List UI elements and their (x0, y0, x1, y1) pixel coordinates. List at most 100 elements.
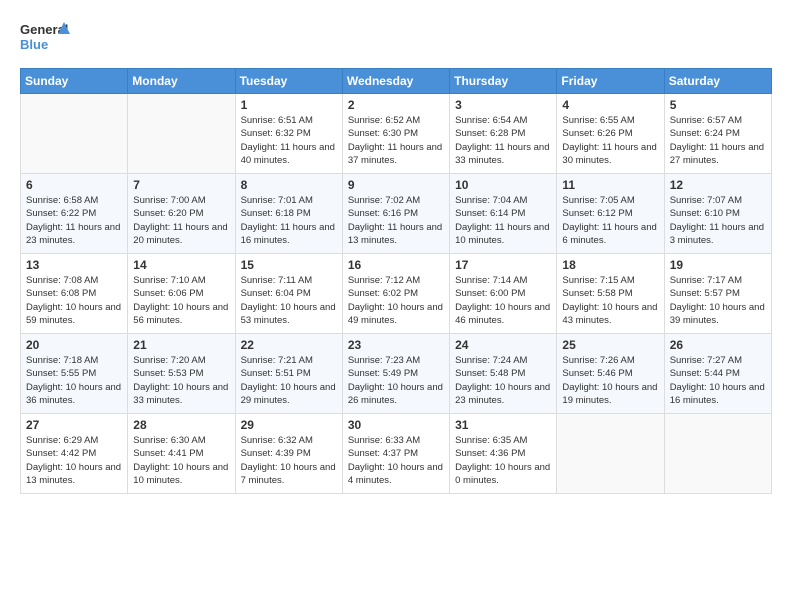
day-number: 27 (26, 418, 122, 432)
day-info: Sunrise: 7:21 AMSunset: 5:51 PMDaylight:… (241, 354, 337, 407)
calendar-day-cell: 11 Sunrise: 7:05 AMSunset: 6:12 PMDayligh… (557, 174, 664, 254)
day-number: 18 (562, 258, 658, 272)
day-info: Sunrise: 6:30 AMSunset: 4:41 PMDaylight:… (133, 434, 229, 487)
calendar-week-row: 1 Sunrise: 6:51 AMSunset: 6:32 PMDaylight… (21, 94, 772, 174)
day-info: Sunrise: 7:14 AMSunset: 6:00 PMDaylight:… (455, 274, 551, 327)
calendar-day-cell: 23Sunrise: 7:23 AMSunset: 5:49 PMDayligh… (342, 334, 449, 414)
calendar-day-cell: 14 Sunrise: 7:10 AMSunset: 6:06 PMDayligh… (128, 254, 235, 334)
day-number: 7 (133, 178, 229, 192)
day-info: Sunrise: 6:33 AMSunset: 4:37 PMDaylight:… (348, 434, 444, 487)
day-info: Sunrise: 6:58 AMSunset: 6:22 PMDaylight:… (26, 194, 122, 247)
day-info: Sunrise: 7:24 AMSunset: 5:48 PMDaylight:… (455, 354, 551, 407)
day-number: 15 (241, 258, 337, 272)
calendar-day-cell: 12 Sunrise: 7:07 AMSunset: 6:10 PMDayligh… (664, 174, 771, 254)
day-number: 11 (562, 178, 658, 192)
day-info: Sunrise: 6:55 AMSunset: 6:26 PMDaylight:… (562, 114, 658, 167)
calendar-day-cell: 19Sunrise: 7:17 AMSunset: 5:57 PMDayligh… (664, 254, 771, 334)
logo-svg: General Blue (20, 16, 70, 60)
calendar-table: SundayMondayTuesdayWednesdayThursdayFrid… (20, 68, 772, 494)
calendar-week-row: 13Sunrise: 7:08 AMSunset: 6:08 PMDayligh… (21, 254, 772, 334)
day-number: 17 (455, 258, 551, 272)
weekday-header-row: SundayMondayTuesdayWednesdayThursdayFrid… (21, 69, 772, 94)
logo: General Blue (20, 16, 70, 60)
weekday-header-cell: Sunday (21, 69, 128, 94)
calendar-day-cell: 30Sunrise: 6:33 AMSunset: 4:37 PMDayligh… (342, 414, 449, 494)
calendar-day-cell: 6 Sunrise: 6:58 AMSunset: 6:22 PMDaylight… (21, 174, 128, 254)
weekday-header-cell: Friday (557, 69, 664, 94)
day-info: Sunrise: 7:02 AMSunset: 6:16 PMDaylight:… (348, 194, 444, 247)
calendar-day-cell: 31 Sunrise: 6:35 AMSunset: 4:36 PMDayligh… (450, 414, 557, 494)
weekday-header-cell: Wednesday (342, 69, 449, 94)
day-info: Sunrise: 7:11 AMSunset: 6:04 PMDaylight:… (241, 274, 337, 327)
calendar-day-cell: 25 Sunrise: 7:26 AMSunset: 5:46 PMDayligh… (557, 334, 664, 414)
calendar-day-cell: 24 Sunrise: 7:24 AMSunset: 5:48 PMDayligh… (450, 334, 557, 414)
day-info: Sunrise: 7:12 AMSunset: 6:02 PMDaylight:… (348, 274, 444, 327)
day-info: Sunrise: 6:57 AMSunset: 6:24 PMDaylight:… (670, 114, 766, 167)
calendar-day-cell (557, 414, 664, 494)
day-info: Sunrise: 7:00 AMSunset: 6:20 PMDaylight:… (133, 194, 229, 247)
day-number: 22 (241, 338, 337, 352)
day-number: 10 (455, 178, 551, 192)
calendar-day-cell: 28 Sunrise: 6:30 AMSunset: 4:41 PMDayligh… (128, 414, 235, 494)
calendar-day-cell: 5Sunrise: 6:57 AMSunset: 6:24 PMDaylight… (664, 94, 771, 174)
calendar-body: 1 Sunrise: 6:51 AMSunset: 6:32 PMDaylight… (21, 94, 772, 494)
day-info: Sunrise: 7:05 AMSunset: 6:12 PMDaylight:… (562, 194, 658, 247)
day-number: 9 (348, 178, 444, 192)
day-number: 24 (455, 338, 551, 352)
calendar-day-cell: 17 Sunrise: 7:14 AMSunset: 6:00 PMDayligh… (450, 254, 557, 334)
day-number: 28 (133, 418, 229, 432)
calendar-day-cell: 4 Sunrise: 6:55 AMSunset: 6:26 PMDaylight… (557, 94, 664, 174)
day-info: Sunrise: 6:35 AMSunset: 4:36 PMDaylight:… (455, 434, 551, 487)
day-number: 26 (670, 338, 766, 352)
calendar-day-cell: 10 Sunrise: 7:04 AMSunset: 6:14 PMDayligh… (450, 174, 557, 254)
day-info: Sunrise: 7:08 AMSunset: 6:08 PMDaylight:… (26, 274, 122, 327)
day-number: 31 (455, 418, 551, 432)
calendar-day-cell: 21 Sunrise: 7:20 AMSunset: 5:53 PMDayligh… (128, 334, 235, 414)
calendar-day-cell: 18 Sunrise: 7:15 AMSunset: 5:58 PMDayligh… (557, 254, 664, 334)
day-info: Sunrise: 7:07 AMSunset: 6:10 PMDaylight:… (670, 194, 766, 247)
day-info: Sunrise: 7:17 AMSunset: 5:57 PMDaylight:… (670, 274, 766, 327)
day-number: 21 (133, 338, 229, 352)
weekday-header-cell: Tuesday (235, 69, 342, 94)
day-number: 6 (26, 178, 122, 192)
calendar-day-cell (21, 94, 128, 174)
calendar-day-cell (128, 94, 235, 174)
day-number: 1 (241, 98, 337, 112)
calendar-day-cell (664, 414, 771, 494)
calendar-day-cell: 7 Sunrise: 7:00 AMSunset: 6:20 PMDaylight… (128, 174, 235, 254)
day-number: 12 (670, 178, 766, 192)
svg-text:Blue: Blue (20, 37, 48, 52)
day-number: 16 (348, 258, 444, 272)
day-number: 14 (133, 258, 229, 272)
day-info: Sunrise: 6:29 AMSunset: 4:42 PMDaylight:… (26, 434, 122, 487)
day-info: Sunrise: 7:23 AMSunset: 5:49 PMDaylight:… (348, 354, 444, 407)
calendar-day-cell: 2Sunrise: 6:52 AMSunset: 6:30 PMDaylight… (342, 94, 449, 174)
day-number: 25 (562, 338, 658, 352)
day-info: Sunrise: 7:15 AMSunset: 5:58 PMDaylight:… (562, 274, 658, 327)
calendar-week-row: 27 Sunrise: 6:29 AMSunset: 4:42 PMDayligh… (21, 414, 772, 494)
calendar-day-cell: 29Sunrise: 6:32 AMSunset: 4:39 PMDayligh… (235, 414, 342, 494)
day-info: Sunrise: 6:51 AMSunset: 6:32 PMDaylight:… (241, 114, 337, 167)
weekday-header-cell: Saturday (664, 69, 771, 94)
day-info: Sunrise: 7:27 AMSunset: 5:44 PMDaylight:… (670, 354, 766, 407)
weekday-header-cell: Thursday (450, 69, 557, 94)
calendar-day-cell: 15 Sunrise: 7:11 AMSunset: 6:04 PMDayligh… (235, 254, 342, 334)
day-info: Sunrise: 7:10 AMSunset: 6:06 PMDaylight:… (133, 274, 229, 327)
day-info: Sunrise: 7:20 AMSunset: 5:53 PMDaylight:… (133, 354, 229, 407)
day-info: Sunrise: 6:32 AMSunset: 4:39 PMDaylight:… (241, 434, 337, 487)
calendar-day-cell: 26 Sunrise: 7:27 AMSunset: 5:44 PMDayligh… (664, 334, 771, 414)
calendar-week-row: 20 Sunrise: 7:18 AMSunset: 5:55 PMDayligh… (21, 334, 772, 414)
day-info: Sunrise: 7:18 AMSunset: 5:55 PMDaylight:… (26, 354, 122, 407)
calendar-day-cell: 20 Sunrise: 7:18 AMSunset: 5:55 PMDayligh… (21, 334, 128, 414)
calendar-day-cell: 9 Sunrise: 7:02 AMSunset: 6:16 PMDaylight… (342, 174, 449, 254)
page: General Blue SundayMondayTuesdayWednesda… (0, 0, 792, 514)
day-number: 4 (562, 98, 658, 112)
calendar-week-row: 6 Sunrise: 6:58 AMSunset: 6:22 PMDaylight… (21, 174, 772, 254)
day-number: 2 (348, 98, 444, 112)
calendar-day-cell: 3Sunrise: 6:54 AMSunset: 6:28 PMDaylight… (450, 94, 557, 174)
day-info: Sunrise: 7:04 AMSunset: 6:14 PMDaylight:… (455, 194, 551, 247)
day-info: Sunrise: 6:54 AMSunset: 6:28 PMDaylight:… (455, 114, 551, 167)
day-number: 20 (26, 338, 122, 352)
day-info: Sunrise: 7:26 AMSunset: 5:46 PMDaylight:… (562, 354, 658, 407)
calendar-day-cell: 22 Sunrise: 7:21 AMSunset: 5:51 PMDayligh… (235, 334, 342, 414)
